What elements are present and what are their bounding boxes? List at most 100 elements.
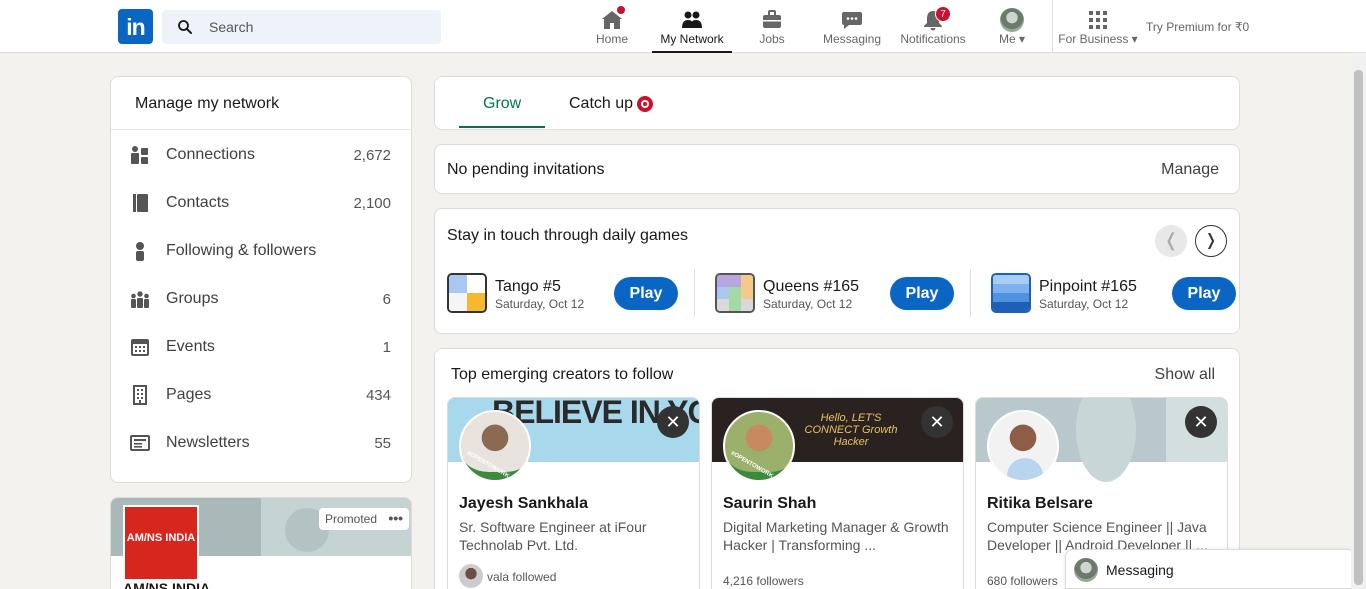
chevron-right-icon: ❭: [1204, 232, 1218, 249]
tabs-card: Grow Catch up: [434, 76, 1240, 130]
nav-messaging[interactable]: Messaging: [822, 0, 882, 52]
people-icon: [682, 11, 702, 28]
page-scrollbar-thumb[interactable]: [1354, 70, 1363, 585]
sidebar-item-connections[interactable]: Connections 2,672: [111, 131, 411, 179]
carousel-prev-button[interactable]: ❬: [1155, 225, 1187, 257]
grid-apps-icon: [1089, 11, 1107, 29]
tab-catch-up-label: Catch up: [569, 95, 634, 112]
home-badge: [616, 5, 626, 15]
manage-invitations-button[interactable]: Manage: [1161, 161, 1219, 179]
divider: [694, 269, 695, 317]
game-date: Saturday, Oct 12: [495, 297, 585, 311]
top-nav: in Home My Network Jobs Messaging 7 Noti…: [0, 0, 1366, 53]
play-button[interactable]: Play: [614, 277, 678, 310]
nav-messaging-label: Messaging: [822, 32, 882, 46]
creator-headline: Digital Marketing Manager & Growth Hacke…: [723, 519, 949, 553]
game-name: Queens #165: [763, 278, 860, 295]
sidebar-item-newsletters[interactable]: Newsletters 55: [111, 419, 411, 467]
nav-jobs[interactable]: Jobs: [752, 0, 792, 52]
sidebar-item-label: Groups: [166, 290, 219, 307]
search-icon: [178, 20, 192, 34]
queens-game-icon: [715, 273, 755, 313]
nav-me[interactable]: Me ▾: [992, 0, 1032, 52]
building-icon: [133, 385, 147, 405]
invitations-card: No pending invitations Manage: [434, 144, 1240, 194]
sidebar-item-count: 2,100: [353, 195, 391, 212]
sidebar-item-groups[interactable]: Groups 6: [111, 275, 411, 323]
promoted-card[interactable]: AM/NS INDIA Promoted ••• AM/NS INDIA: [110, 497, 412, 589]
sidebar-item-label: Pages: [166, 386, 212, 403]
calendar-icon: [131, 339, 149, 356]
sidebar-item-label: Contacts: [166, 194, 230, 211]
nav-notifications-label: Notifications: [900, 32, 966, 46]
messaging-overlay[interactable]: Messaging: [1065, 549, 1355, 589]
creator-card[interactable]: BELIEVE IN YOURSELF #OPENTOWORK ✕ Jayesh…: [447, 397, 700, 589]
creator-name[interactable]: Ritika Belsare: [987, 495, 1093, 513]
play-button[interactable]: Play: [890, 277, 954, 310]
promo-company-name: AM/NS INDIA: [123, 580, 211, 589]
search-box[interactable]: [162, 10, 441, 44]
game-date: Saturday, Oct 12: [763, 297, 853, 311]
sidebar-item-pages[interactable]: Pages 434: [111, 371, 411, 419]
nav-home[interactable]: Home: [592, 0, 632, 52]
follower-count: 680 followers: [987, 574, 1058, 588]
sidebar-item-count: 434: [365, 387, 391, 404]
games-title: Stay in touch through daily games: [447, 227, 689, 244]
close-icon: ✕: [665, 412, 681, 432]
catch-up-dot-icon: [637, 96, 653, 112]
caret-down-icon: ▾: [1131, 32, 1138, 46]
caret-down-icon: ▾: [1018, 32, 1026, 46]
message-icon: [842, 12, 862, 29]
creator-name[interactable]: Jayesh Sankhala: [459, 495, 588, 513]
dismiss-button[interactable]: ✕: [1185, 406, 1217, 438]
invitations-text: No pending invitations: [447, 161, 605, 178]
show-all-button[interactable]: Show all: [1155, 366, 1215, 384]
search-input[interactable]: [209, 17, 429, 37]
sidebar-item-contacts[interactable]: Contacts 2,100: [111, 179, 411, 227]
play-button[interactable]: Play: [1172, 277, 1236, 310]
dismiss-button[interactable]: ✕: [921, 406, 953, 438]
carousel-next-button[interactable]: ❭: [1195, 225, 1227, 257]
divider: [970, 269, 971, 317]
nav-me-label: Me: [998, 32, 1016, 46]
dismiss-button[interactable]: ✕: [657, 406, 689, 438]
mutual-follower-text: vala followed: [487, 570, 557, 584]
sidebar-item-label: Events: [166, 338, 215, 355]
game-date: Saturday, Oct 12: [1039, 297, 1129, 311]
creator-name[interactable]: Saurin Shah: [723, 495, 816, 513]
game-name: Pinpoint #165: [1039, 278, 1137, 295]
notifications-badge: 7: [935, 6, 951, 22]
linkedin-logo[interactable]: in: [118, 9, 153, 44]
nav-my-network[interactable]: My Network: [652, 0, 732, 53]
active-tab-indicator: [459, 126, 545, 128]
avatar: [987, 410, 1059, 482]
try-premium-link[interactable]: Try Premium for ₹0: [1146, 20, 1249, 34]
avatar: [1074, 558, 1098, 582]
sidebar-item-count: 2,672: [353, 147, 391, 164]
close-icon: ✕: [1193, 412, 1209, 432]
person-icon: [136, 242, 144, 261]
company-logo: AM/NS INDIA: [123, 505, 199, 581]
creator-card[interactable]: Hello, LET'S CONNECT Growth Hacker #OPEN…: [711, 397, 964, 589]
messaging-label: Messaging: [1106, 562, 1174, 578]
tab-catch-up[interactable]: Catch up: [569, 95, 633, 113]
nav-for-business-label: For Business: [1058, 32, 1129, 46]
promoted-label: Promoted: [325, 512, 378, 526]
promoted-tag: Promoted •••: [319, 507, 410, 530]
sidebar-item-label: Connections: [166, 146, 255, 163]
tab-grow[interactable]: Grow: [483, 95, 521, 113]
more-options-icon[interactable]: •••: [388, 507, 403, 529]
manage-network-title: Manage my network: [135, 95, 280, 112]
nav-for-business[interactable]: For Business ▾: [1058, 0, 1138, 52]
avatar: #OPENTOWORK: [459, 410, 531, 482]
divider: [111, 129, 411, 130]
follower-avatar: [459, 564, 483, 588]
sidebar-item-events[interactable]: Events 1: [111, 323, 411, 371]
sidebar-item-following[interactable]: Following & followers: [111, 227, 411, 275]
sidebar-item-label: Newsletters: [166, 434, 250, 451]
creators-title: Top emerging creators to follow: [451, 366, 674, 383]
game-name: Tango #5: [495, 278, 561, 295]
nav-my-network-label: My Network: [660, 32, 724, 46]
nav-notifications[interactable]: 7 Notifications: [898, 0, 968, 52]
close-icon: ✕: [929, 412, 945, 432]
